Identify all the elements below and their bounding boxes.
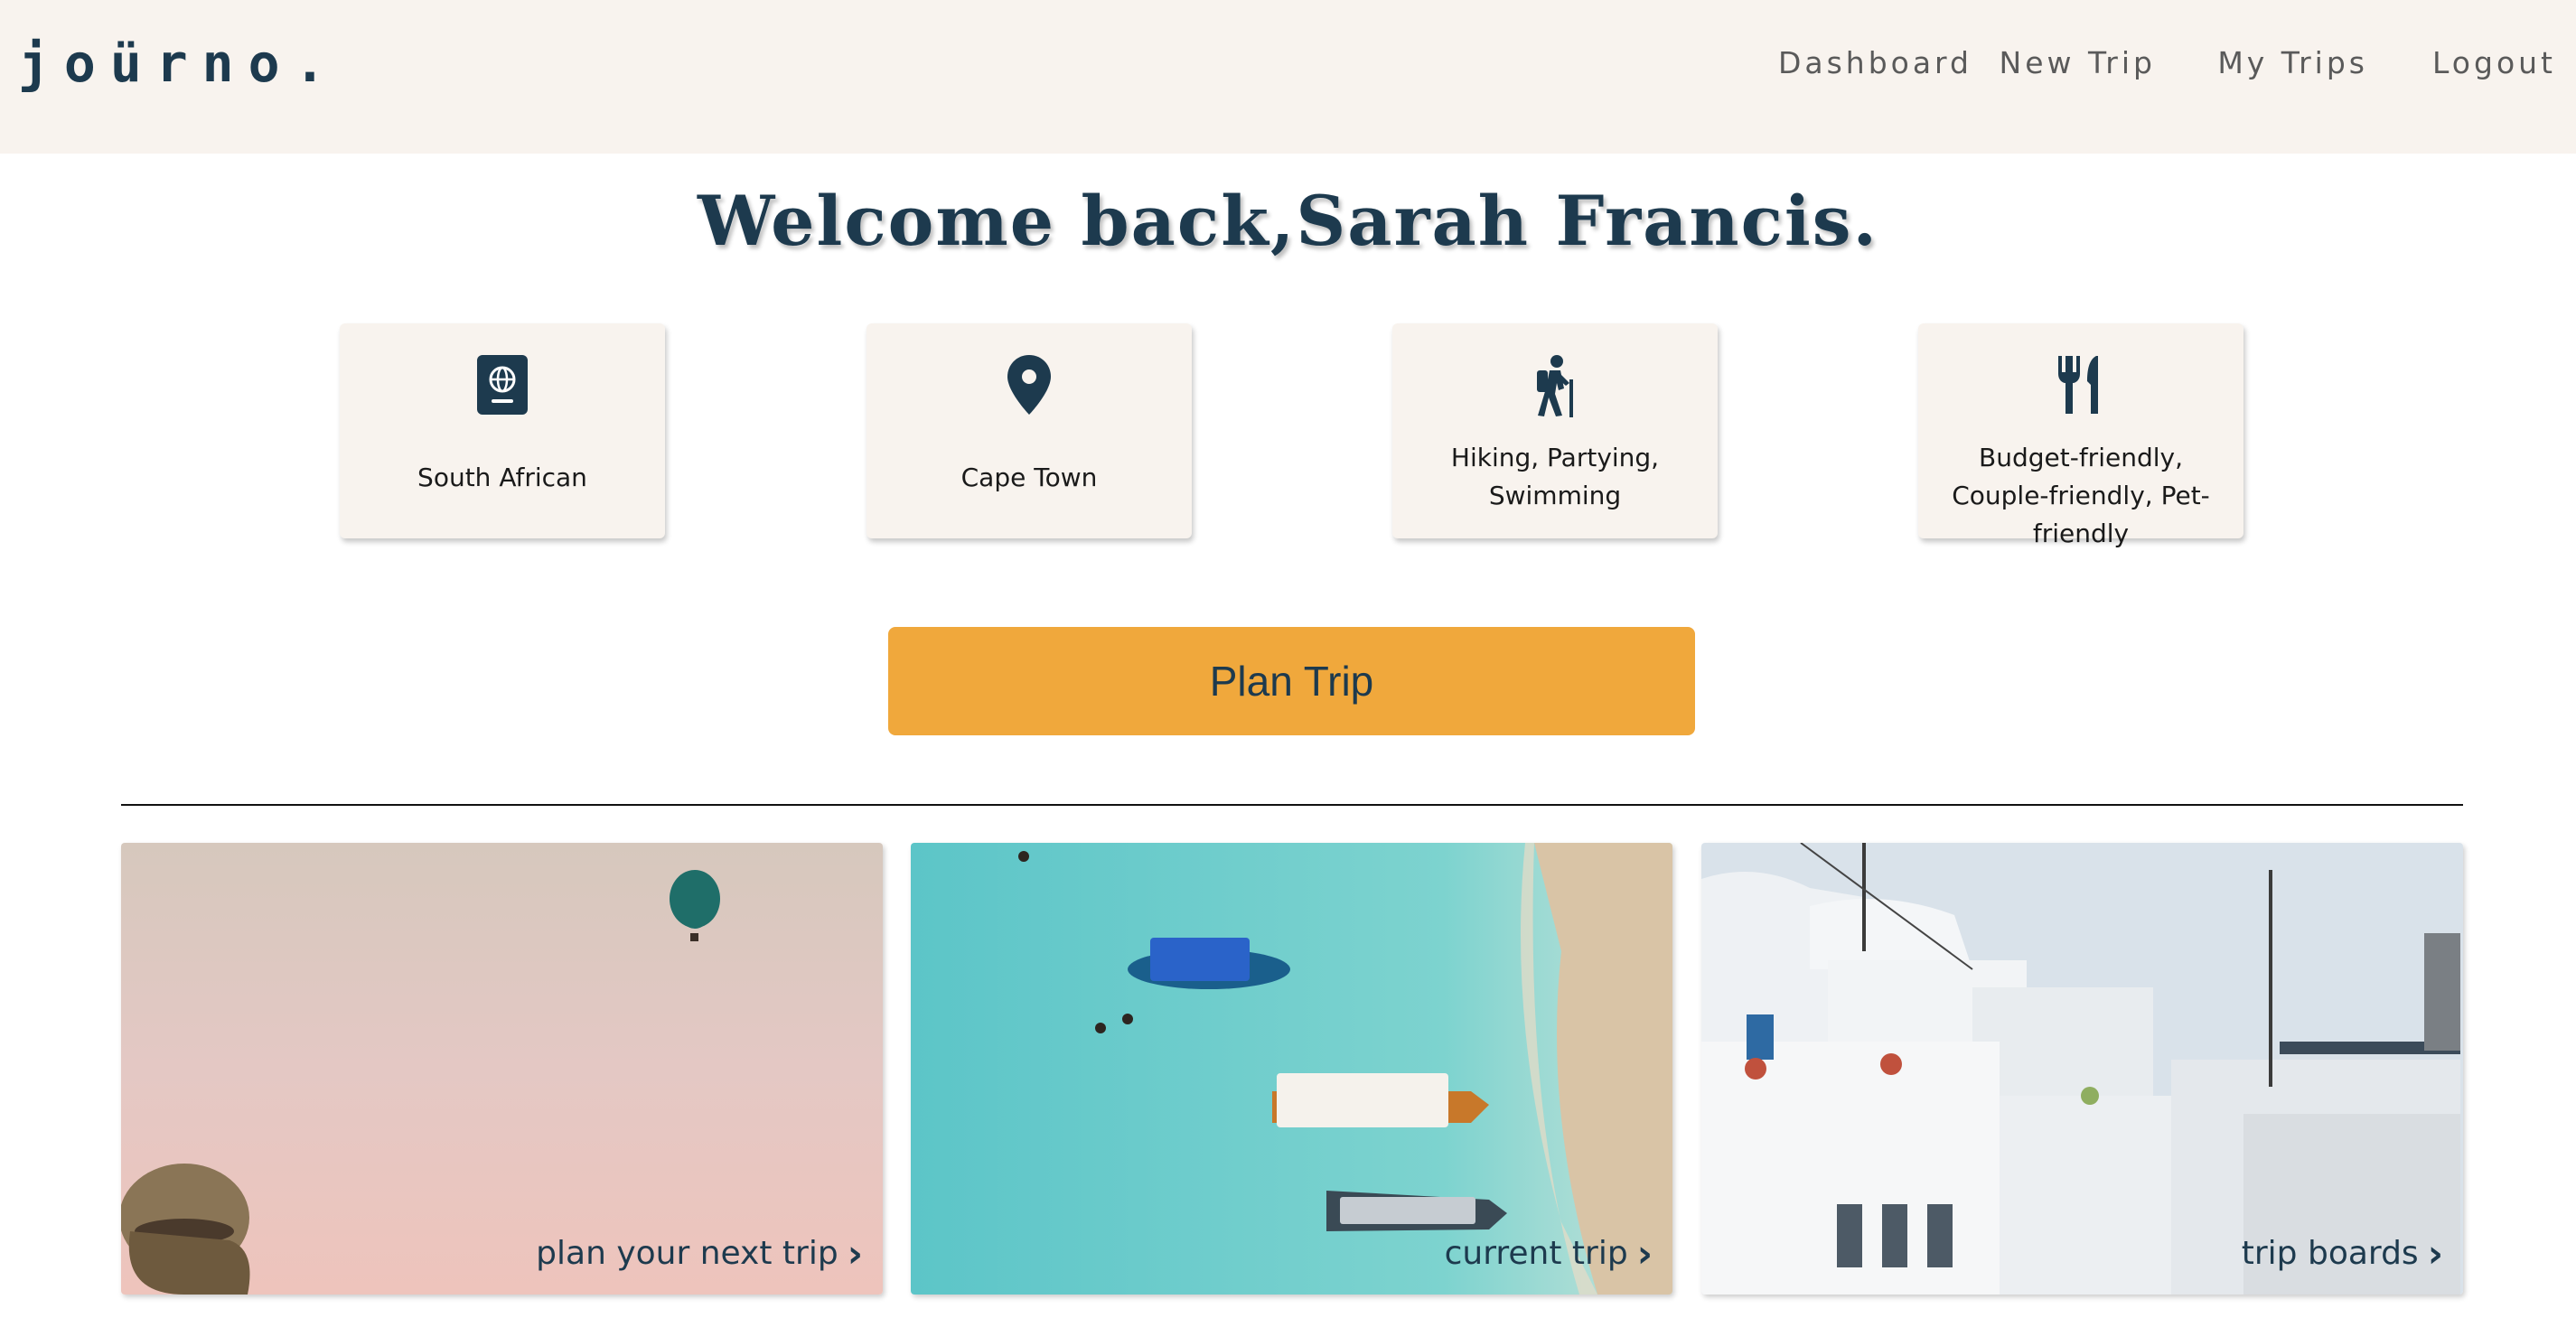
tile-caption: plan your next trip › — [536, 1228, 863, 1278]
current-trip-tile[interactable]: current trip › — [911, 843, 1672, 1295]
welcome-heading: Welcome back,Sarah Francis. — [697, 181, 1879, 261]
location-pin-icon — [866, 354, 1192, 423]
nationality-label: South African — [417, 463, 587, 492]
tile-caption: current trip › — [1445, 1228, 1653, 1278]
top-navigation-bar: joürno. Dashboard New Trip My Trips Logo… — [0, 0, 2576, 154]
plan-trip-button[interactable]: Plan Trip — [888, 627, 1695, 735]
location-card: Cape Town — [866, 323, 1192, 538]
nationality-card: South African — [340, 323, 665, 538]
tile-caption: trip boards › — [2242, 1228, 2443, 1278]
plan-next-trip-label: plan your next trip — [536, 1234, 838, 1272]
nav-my-trips-link[interactable]: My Trips — [2217, 36, 2368, 90]
nav-new-trip-link[interactable]: New Trip — [2000, 36, 2156, 90]
trip-boards-label: trip boards — [2241, 1234, 2419, 1272]
beach-boats-image — [911, 843, 1672, 1295]
preferences-label: Budget-friendly, Couple-friendly, Pet-fr… — [1952, 443, 2210, 548]
location-label: Cape Town — [960, 463, 1098, 492]
hiker-icon — [1392, 354, 1718, 423]
passport-icon — [340, 354, 665, 423]
chevron-right-icon: › — [2427, 1230, 2443, 1276]
interests-card: Hiking, Partying, Swimming — [1392, 323, 1718, 538]
trip-boards-tile[interactable]: trip boards › — [1701, 843, 2463, 1295]
section-divider — [121, 804, 2463, 806]
current-trip-label: current trip — [1444, 1234, 1628, 1272]
app-logo[interactable]: joürno. — [18, 27, 340, 99]
plan-next-trip-tile[interactable]: plan your next trip › — [121, 843, 883, 1295]
interests-label: Hiking, Partying, Swimming — [1450, 443, 1660, 510]
preferences-card: Budget-friendly, Couple-friendly, Pet-fr… — [1918, 323, 2243, 548]
chevron-right-icon: › — [1636, 1230, 1653, 1276]
nav-logout-link[interactable]: Logout — [2432, 36, 2556, 90]
utensils-icon — [1918, 354, 2243, 423]
balloon-sky-image — [121, 843, 883, 1295]
nav-dashboard-link[interactable]: Dashboard — [1778, 36, 1972, 90]
chevron-right-icon: › — [847, 1230, 863, 1276]
santorini-village-image — [1701, 843, 2463, 1295]
